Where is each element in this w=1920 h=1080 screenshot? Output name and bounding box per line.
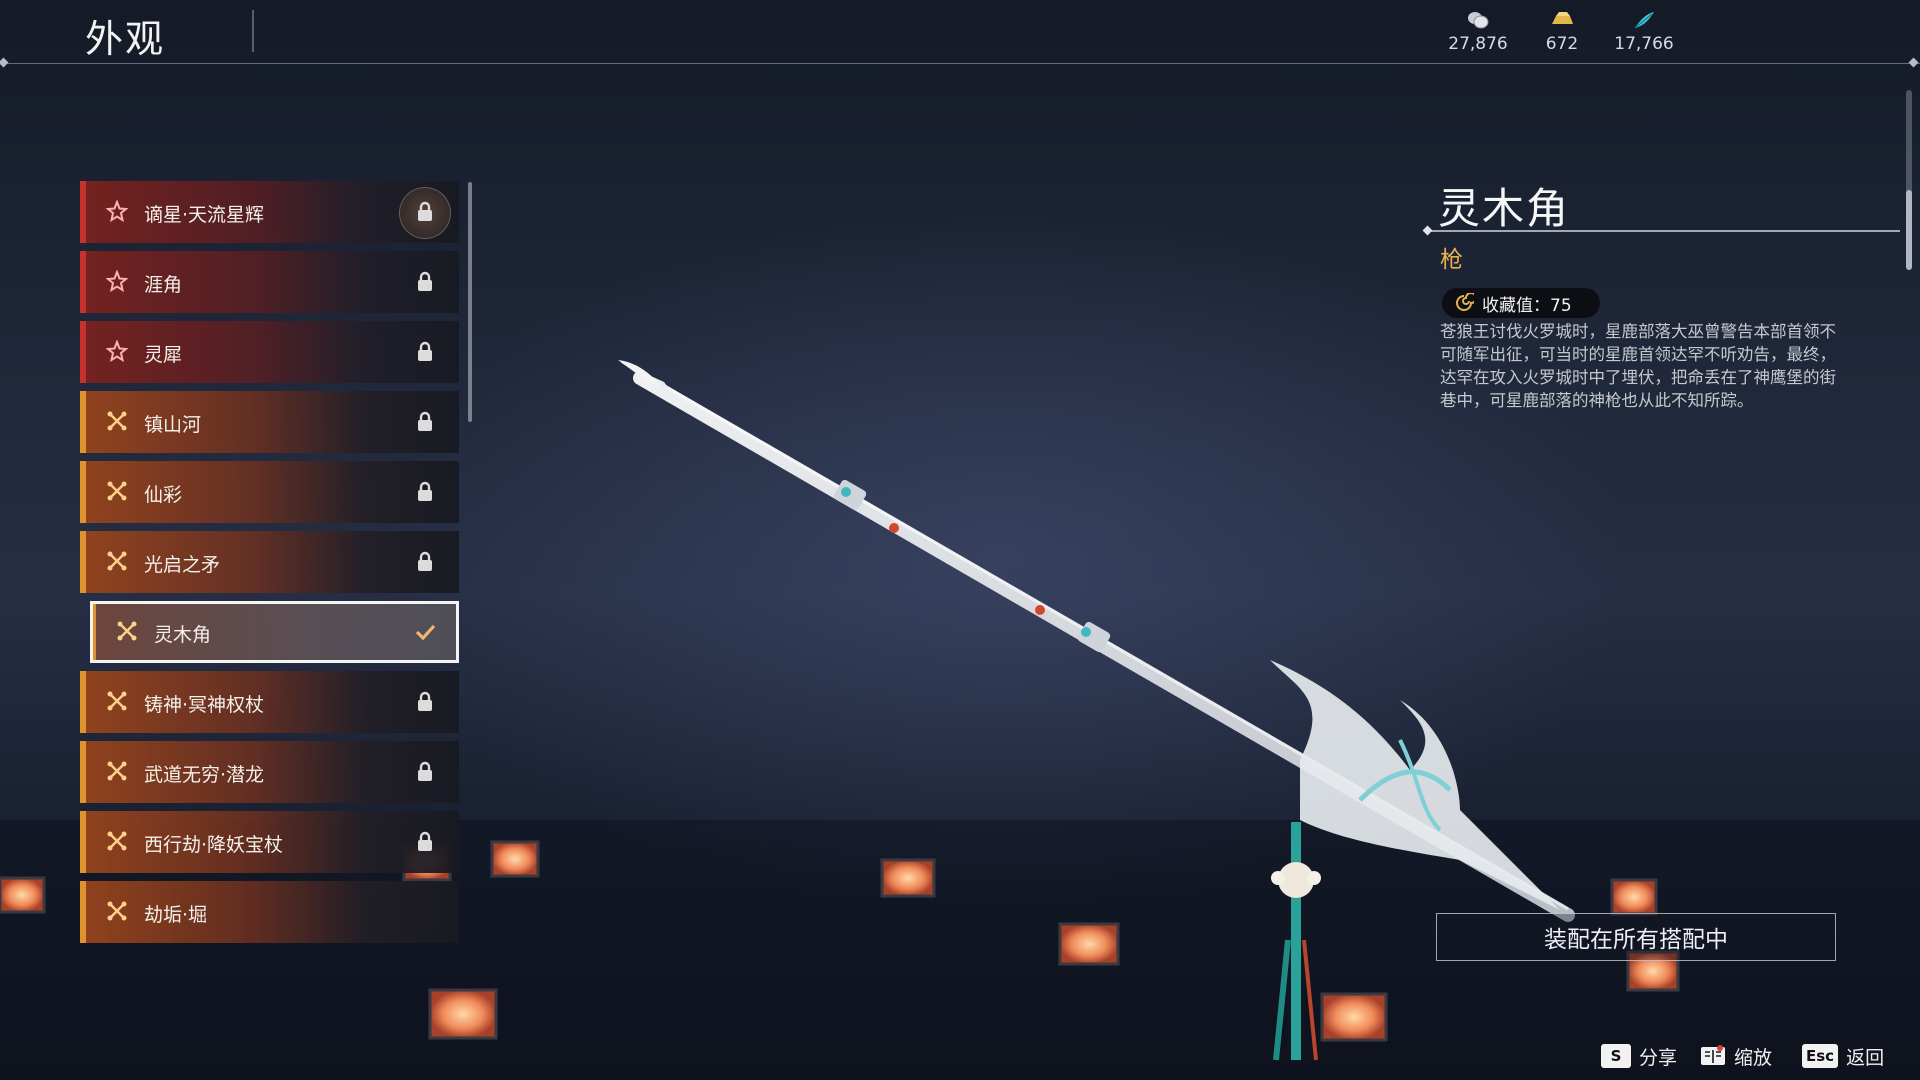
star-flower-icon — [106, 340, 128, 362]
lantern — [0, 876, 46, 914]
spear-model — [618, 360, 1575, 1061]
list-item-label: 武道无穷·潜龙 — [144, 764, 265, 786]
lantern — [490, 840, 540, 878]
list-item[interactable]: 仙彩 — [80, 461, 459, 523]
zoom-label: 缩放 — [1734, 1046, 1773, 1069]
equip-all-button[interactable]: 装配在所有搭配中 — [1436, 913, 1836, 961]
list-item-label: 涯角 — [144, 274, 183, 296]
item-type: 枪 — [1440, 247, 1463, 273]
list-item[interactable]: 劫垢·堀 — [80, 881, 459, 943]
lantern — [1610, 878, 1658, 916]
top-bar-line-dot — [1908, 57, 1919, 68]
item-description: 苍狼王讨伐火罗城时，星鹿部落大巫曾警告本部首领不可随军出征，可当时的星鹿首领达罕… — [1440, 322, 1836, 410]
list-item[interactable]: 光启之矛 — [80, 531, 459, 593]
list-item-label: 仙彩 — [144, 484, 183, 506]
top-bar: 外观 27,876 672 17,766 — [0, 0, 1920, 68]
zoom-hint[interactable]: 缩放 — [1700, 1042, 1772, 1070]
currency-ingots-value: 672 — [1545, 34, 1579, 54]
lock-icon — [418, 761, 432, 781]
lock-icon — [418, 551, 432, 571]
lantern — [1058, 922, 1120, 966]
list-item-label: 铸神·冥神权杖 — [144, 694, 265, 716]
share-label: 分享 — [1639, 1046, 1678, 1069]
list-item-label: 谪星·天流星辉 — [144, 204, 265, 226]
list-item[interactable]: 西行劫·降妖宝杖 — [80, 811, 459, 873]
top-bar-line-dot — [0, 57, 9, 68]
list-item[interactable]: 谪星·天流星辉 — [80, 181, 459, 243]
lock-icon — [418, 341, 432, 361]
gold-ingot-icon — [1552, 12, 1573, 24]
lock-icon — [418, 481, 432, 501]
lock-icon — [418, 691, 432, 711]
currency-coins: 27,876 — [1438, 10, 1518, 54]
share-key: S — [1601, 1044, 1631, 1068]
list-item[interactable]: 镇山河 — [80, 391, 459, 453]
lantern — [1320, 992, 1388, 1042]
collection-value-pill: 收藏值：75 — [1442, 288, 1600, 318]
right-scroll-thumb[interactable] — [1906, 190, 1912, 270]
cross-knot-icon — [107, 411, 127, 431]
lock-icon — [418, 271, 432, 291]
cross-knot-icon — [107, 481, 127, 501]
lantern — [428, 988, 498, 1040]
list-item-label: 西行劫·降妖宝杖 — [144, 834, 284, 856]
esc-key: Esc — [1802, 1044, 1839, 1068]
lock-icon — [418, 831, 432, 851]
cross-knot-icon — [107, 761, 127, 781]
cross-knot-icon — [117, 621, 137, 641]
item-name: 灵木角 — [1438, 184, 1571, 233]
top-bar-line — [0, 63, 1920, 64]
star-flower-icon — [106, 270, 128, 292]
list-item[interactable]: 灵犀 — [80, 321, 459, 383]
collection-spiral-icon — [1456, 293, 1474, 311]
list-item-label: 光启之矛 — [144, 554, 221, 576]
list-item-label: 灵犀 — [144, 344, 183, 366]
lantern — [880, 858, 936, 898]
currency-coins-value: 27,876 — [1448, 34, 1508, 54]
back-label: 返回 — [1846, 1046, 1885, 1069]
cross-knot-icon — [107, 691, 127, 711]
list-item[interactable]: 涯角 — [80, 251, 459, 313]
lock-icon — [418, 201, 432, 221]
list-item[interactable]: 铸神·冥神权杖 — [80, 671, 459, 733]
cross-knot-icon — [107, 901, 127, 921]
list-item[interactable]: 武道无穷·潜龙 — [80, 741, 459, 803]
list-item-selected[interactable]: 灵木角 — [90, 601, 459, 663]
cross-knot-icon — [107, 831, 127, 851]
back-hint[interactable]: Esc 返回 — [1802, 1042, 1884, 1070]
coin-stack-icon — [1468, 12, 1489, 29]
book-icon — [1701, 1045, 1725, 1065]
share-hint[interactable]: S 分享 — [1601, 1042, 1677, 1070]
name-underline-dot — [1422, 225, 1433, 236]
currency-ingots: 672 — [1522, 10, 1602, 54]
lock-icon — [418, 411, 432, 431]
list-scrollbar[interactable] — [468, 182, 472, 422]
star-flower-icon — [106, 200, 128, 222]
collection-value-text: 收藏值：75 — [1482, 295, 1572, 316]
appearance-list[interactable]: 谪星·天流星辉 涯角 灵犀 镇山河 仙彩 光启之矛 灵木角 铸神·冥神权杖 武道… — [80, 181, 460, 947]
currency-feathers: 17,766 — [1604, 10, 1684, 54]
checkmark-icon — [415, 624, 435, 641]
name-underline — [1428, 230, 1900, 232]
feather-icon — [1634, 12, 1654, 29]
list-item-label: 镇山河 — [144, 414, 202, 436]
title-divider — [252, 10, 254, 52]
list-item-label: 劫垢·堀 — [144, 904, 208, 926]
page-title: 外观 — [85, 17, 166, 61]
cross-knot-icon — [107, 551, 127, 571]
list-item-label: 灵木角 — [154, 624, 212, 646]
currency-feathers-value: 17,766 — [1614, 34, 1674, 54]
